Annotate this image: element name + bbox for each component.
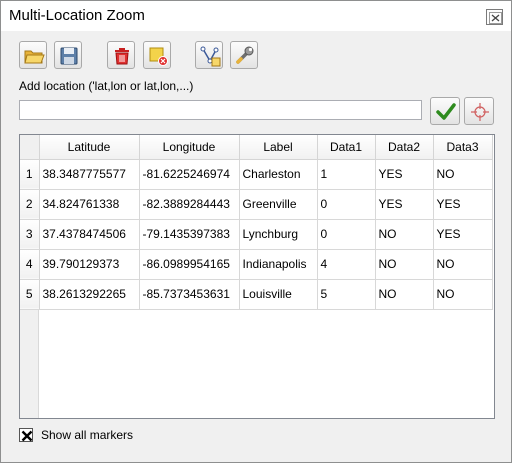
row-number[interactable]: 3 [20, 219, 40, 250]
cell-data1[interactable]: 4 [317, 249, 376, 280]
apply-location-button[interactable] [430, 97, 460, 125]
cell-data3[interactable]: NO [433, 279, 493, 310]
cell-label[interactable]: Charleston [239, 159, 318, 190]
checkmark-icon [436, 103, 456, 120]
cell-data1[interactable]: 0 [317, 219, 376, 250]
table-header-row: Latitude Longitude Label Data1 Data2 Dat… [20, 135, 493, 160]
show-all-markers-checkbox[interactable] [19, 428, 33, 442]
cell-longitude[interactable]: -85.7373453631 [139, 279, 240, 310]
cell-data1[interactable]: 5 [317, 279, 376, 310]
column-header-label[interactable]: Label [239, 135, 318, 160]
cell-data3[interactable]: YES [433, 219, 493, 250]
cell-latitude[interactable]: 38.2613292265 [39, 279, 140, 310]
crosshair-icon [471, 103, 489, 121]
delete-button[interactable] [107, 41, 135, 69]
clear-markers-icon [149, 47, 168, 66]
checkbox-x-icon [21, 430, 33, 442]
cell-data3[interactable]: NO [433, 159, 493, 190]
row-number[interactable]: 5 [20, 279, 40, 310]
window-title: Multi-Location Zoom [9, 7, 145, 24]
cell-label[interactable]: Louisville [239, 279, 318, 310]
close-icon [489, 12, 502, 24]
cell-latitude[interactable]: 39.790129373 [39, 249, 140, 280]
cell-latitude[interactable]: 37.4378474506 [39, 219, 140, 250]
cell-data2[interactable]: NO [375, 279, 434, 310]
multi-location-zoom-dialog: Multi-Location Zoom Add location ('lat,l… [0, 0, 512, 463]
cell-label[interactable]: Indianapolis [239, 249, 318, 280]
show-all-markers-label: Show all markers [41, 428, 134, 442]
add-location-label: Add location ('lat,lon or lat,lon,...) [19, 79, 194, 93]
table-row[interactable]: 2 34.824761338 -82.3889284443 Greenville… [20, 189, 493, 220]
pick-location-button[interactable] [464, 97, 494, 125]
column-header-latitude[interactable]: Latitude [39, 135, 140, 160]
cell-longitude[interactable]: -82.3889284443 [139, 189, 240, 220]
settings-button[interactable] [230, 41, 258, 69]
title-bar: Multi-Location Zoom [1, 1, 511, 31]
cell-data1[interactable]: 0 [317, 189, 376, 220]
column-header-longitude[interactable]: Longitude [139, 135, 240, 160]
column-header-data2[interactable]: Data2 [375, 135, 434, 160]
table-row[interactable]: 1 38.3487775577 -81.6225246974 Charlesto… [20, 159, 493, 190]
cell-data2[interactable]: NO [375, 219, 434, 250]
close-button[interactable] [486, 9, 503, 25]
row-number[interactable]: 4 [20, 249, 40, 280]
table-row[interactable]: 5 38.2613292265 -85.7373453631 Louisvill… [20, 279, 493, 310]
cell-latitude[interactable]: 34.824761338 [39, 189, 140, 220]
save-button[interactable] [54, 41, 82, 69]
cell-label[interactable]: Lynchburg [239, 219, 318, 250]
cell-data2[interactable]: NO [375, 249, 434, 280]
add-vertex-button[interactable] [195, 41, 223, 69]
add-vertex-icon [200, 46, 221, 67]
cell-data2[interactable]: YES [375, 159, 434, 190]
save-icon [60, 47, 78, 65]
cell-longitude[interactable]: -81.6225246974 [139, 159, 240, 190]
settings-wrench-icon [236, 46, 254, 64]
table-row[interactable]: 4 39.790129373 -86.0989954165 Indianapol… [20, 249, 493, 280]
cell-data3[interactable]: YES [433, 189, 493, 220]
open-file-button[interactable] [19, 41, 47, 69]
cell-data3[interactable]: NO [433, 249, 493, 280]
trash-icon [115, 48, 129, 65]
column-header-data1[interactable]: Data1 [317, 135, 376, 160]
folder-open-icon [24, 50, 45, 64]
locations-table: Latitude Longitude Label Data1 Data2 Dat… [19, 134, 495, 419]
clear-markers-button[interactable] [143, 41, 171, 69]
row-number[interactable]: 2 [20, 189, 40, 220]
cell-latitude[interactable]: 38.3487775577 [39, 159, 140, 190]
add-location-input[interactable] [19, 100, 422, 120]
row-number[interactable]: 1 [20, 159, 40, 190]
cell-longitude[interactable]: -79.1435397383 [139, 219, 240, 250]
table-corner[interactable] [20, 135, 40, 160]
locations-grid: Latitude Longitude Label Data1 Data2 Dat… [20, 135, 493, 310]
cell-label[interactable]: Greenville [239, 189, 318, 220]
table-row[interactable]: 3 37.4378474506 -79.1435397383 Lynchburg… [20, 219, 493, 250]
cell-data2[interactable]: YES [375, 189, 434, 220]
column-header-data3[interactable]: Data3 [433, 135, 493, 160]
cell-longitude[interactable]: -86.0989954165 [139, 249, 240, 280]
cell-data1[interactable]: 1 [317, 159, 376, 190]
